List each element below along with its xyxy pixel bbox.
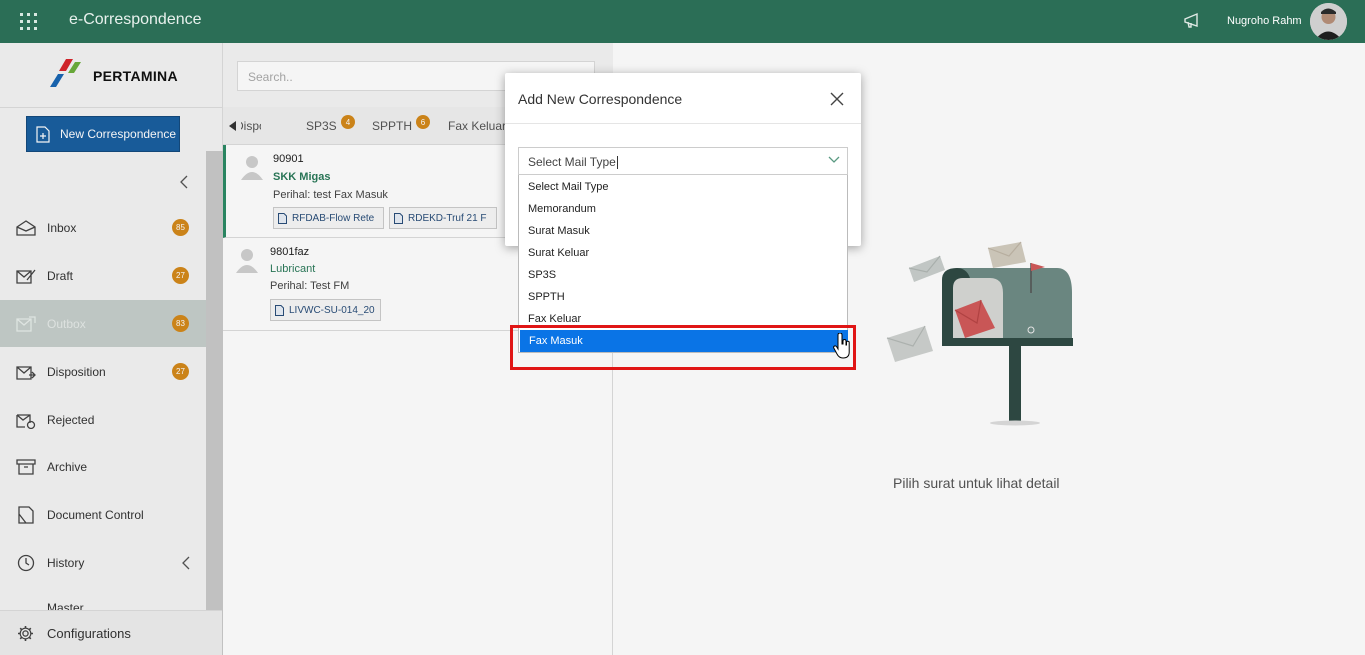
app-title: e-Correspondence (69, 11, 202, 28)
mail-type-select[interactable]: Select Mail Type (518, 147, 848, 175)
option-surat-keluar[interactable]: Surat Keluar (519, 242, 847, 264)
close-icon[interactable] (830, 92, 844, 106)
hand-cursor-icon (833, 333, 850, 359)
user-name[interactable]: Nugroho Rahm (1227, 15, 1302, 27)
modal-divider (505, 123, 861, 124)
option-memorandum[interactable]: Memorandum (519, 198, 847, 220)
option-select-mail-type[interactable]: Select Mail Type (519, 176, 847, 198)
highlight-annotation-box (510, 325, 856, 370)
app-grid-icon[interactable] (20, 13, 37, 30)
option-sppth[interactable]: SPPTH (519, 286, 847, 308)
modal-title: Add New Correspondence (518, 91, 683, 107)
megaphone-icon[interactable] (1183, 12, 1203, 30)
avatar[interactable] (1310, 3, 1347, 40)
text-caret (616, 156, 618, 170)
option-surat-masuk[interactable]: Surat Masuk (519, 220, 847, 242)
option-sp3s[interactable]: SP3S (519, 264, 847, 286)
top-bar: e-Correspondence Nugroho Rahm (0, 0, 1365, 43)
select-value: Select Mail Type (528, 155, 616, 169)
chevron-down-icon[interactable] (828, 156, 840, 164)
